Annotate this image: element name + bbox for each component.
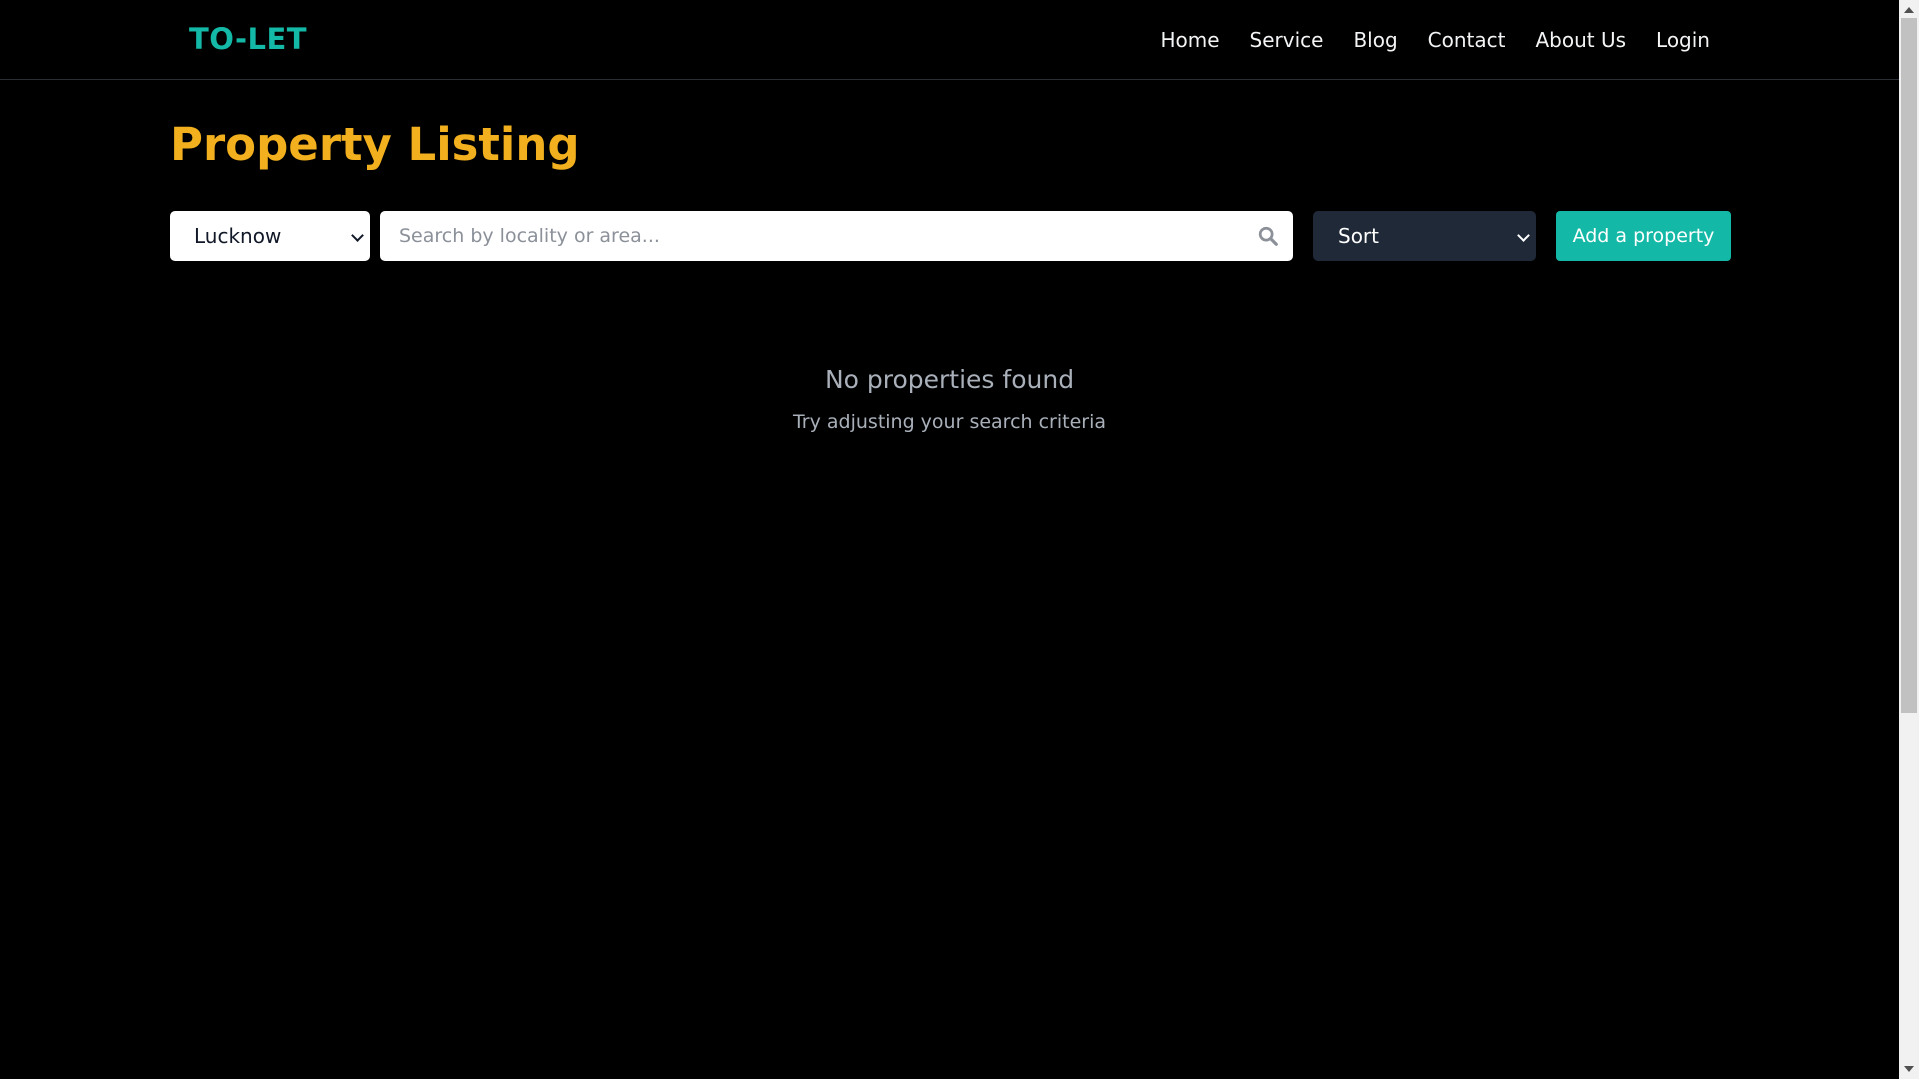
page-title: Property Listing [170, 118, 580, 171]
city-select-value: Lucknow [194, 224, 282, 248]
scrollbar-thumb[interactable] [1901, 18, 1917, 713]
navbar: TO-LET Home Service Blog Contact About U… [0, 0, 1899, 80]
nav-link-about-us[interactable]: About Us [1535, 28, 1626, 52]
empty-state-title: No properties found [824, 365, 1075, 394]
search-box [380, 211, 1293, 261]
scroll-down-arrow-icon[interactable] [1904, 1066, 1914, 1072]
search-icon[interactable] [1257, 225, 1279, 247]
sort-select-value: Sort [1338, 224, 1379, 248]
empty-state-subtitle: Try adjusting your search criteria [792, 411, 1107, 433]
search-input[interactable] [380, 211, 1240, 261]
sort-select[interactable]: Sort [1313, 211, 1536, 261]
chevron-down-icon [1517, 229, 1530, 242]
add-property-button[interactable]: Add a property [1556, 211, 1731, 261]
brand-logo[interactable]: TO-LET [189, 22, 307, 56]
city-select[interactable]: Lucknow [170, 211, 370, 261]
nav-link-service[interactable]: Service [1250, 28, 1324, 52]
nav-links: Home Service Blog Contact About Us Login [1160, 28, 1710, 52]
nav-link-contact[interactable]: Contact [1428, 28, 1506, 52]
page: TO-LET Home Service Blog Contact About U… [0, 0, 1919, 1079]
scroll-up-arrow-icon[interactable] [1904, 7, 1914, 13]
scrollbar[interactable] [1899, 0, 1919, 1079]
nav-link-blog[interactable]: Blog [1353, 28, 1397, 52]
nav-link-login[interactable]: Login [1656, 28, 1710, 52]
nav-link-home[interactable]: Home [1160, 28, 1219, 52]
chevron-down-icon [351, 229, 364, 242]
